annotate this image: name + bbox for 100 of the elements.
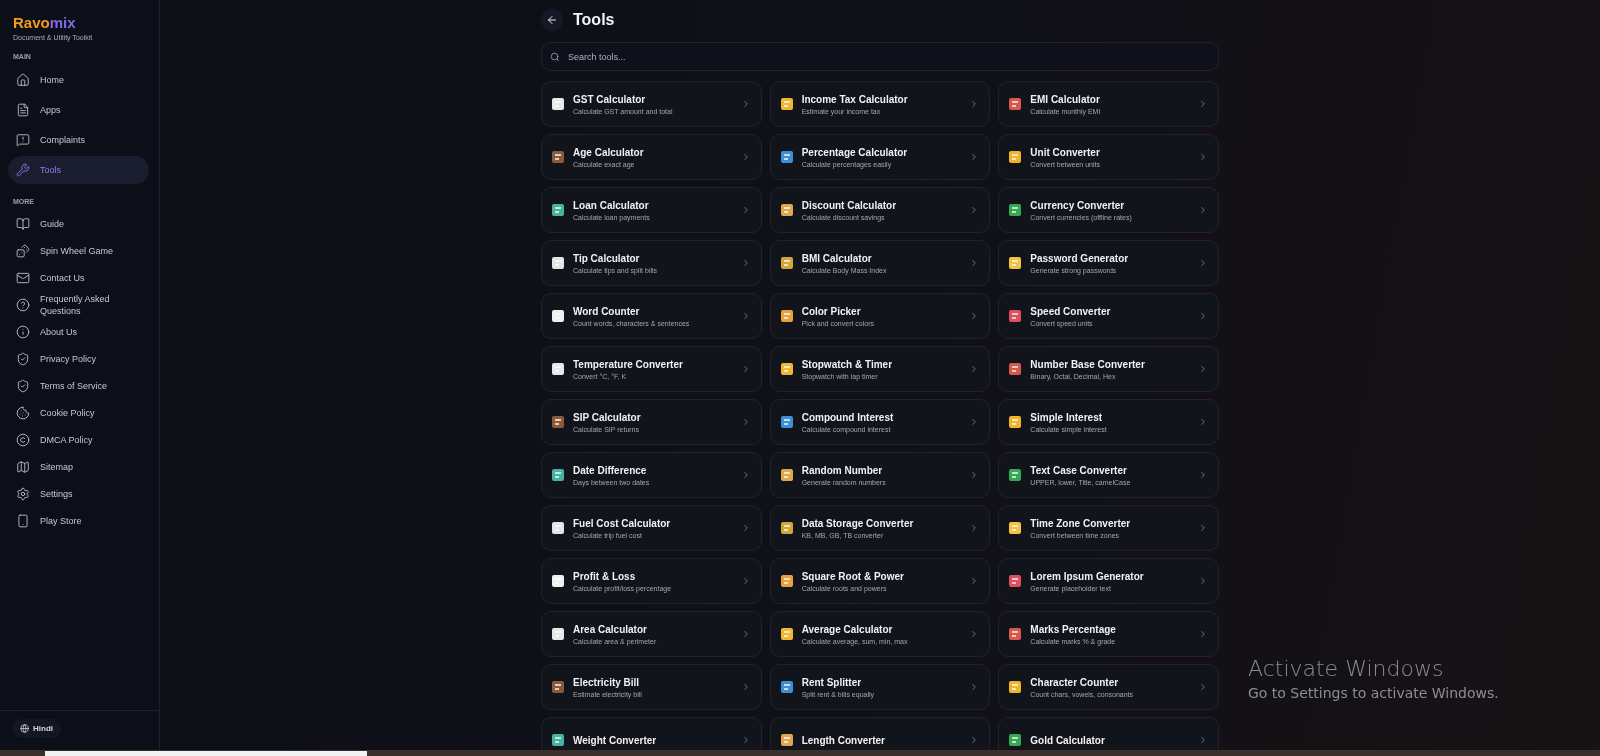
nav-item[interactable]: Spin Wheel Game: [8, 238, 149, 264]
nav-label: Sitemap: [40, 461, 75, 473]
nav-item[interactable]: Contact Us: [8, 265, 149, 291]
nav-item[interactable]: Apps: [8, 96, 149, 124]
tool-title: Text Case Converter: [1030, 464, 1128, 476]
nav-item[interactable]: Terms of Service: [8, 373, 149, 399]
globe-icon: [20, 724, 29, 733]
tool-title: BMI Calculator: [801, 252, 873, 264]
chevron-right-icon: [1198, 364, 1208, 374]
tool-card[interactable]: Weight Converter: [541, 717, 762, 750]
tile-icon: [1008, 680, 1023, 694]
tool-title: Character Counter: [1030, 676, 1120, 688]
tool-title: Tip Calculator: [573, 252, 641, 264]
nav-item[interactable]: DMCA Policy: [8, 427, 149, 453]
tool-card[interactable]: Length Converter: [769, 717, 991, 750]
shield-icon: [16, 352, 30, 366]
tool-title: Number Base Converter: [1030, 358, 1146, 370]
page-title: Tools: [573, 11, 615, 29]
nav-item[interactable]: Frequently Asked Questions: [8, 292, 149, 318]
nav-label: Settings: [40, 488, 74, 500]
tool-title: Compound Interest: [801, 411, 895, 423]
tile-icon: [779, 203, 794, 217]
tool-title: Loan Calculator: [573, 199, 650, 211]
tile-icon: [551, 627, 565, 641]
tile-icon: [779, 150, 794, 164]
nav-label: Terms of Service: [40, 380, 109, 392]
tool-title: Speed Converter: [1030, 305, 1112, 317]
tile-icon: [1008, 627, 1023, 641]
tool-title: Temperature Converter: [573, 358, 684, 370]
tool-title: Stopwatch & Timer: [801, 358, 894, 370]
nav-item[interactable]: Play Store: [8, 508, 149, 534]
tool-title: Rent Splitter: [801, 676, 863, 688]
chevron-right-icon: [1198, 735, 1208, 745]
scrollbar[interactable]: [0, 750, 1600, 756]
tile-icon: [779, 468, 794, 482]
tile-icon: [1008, 150, 1023, 164]
activation-message: Go to Settings to activate Windows.: [1248, 685, 1499, 701]
tool-title: Length Converter: [801, 734, 886, 746]
tool-title: Electricity Bill: [573, 676, 641, 688]
copyright-icon: [16, 433, 30, 447]
mail-icon: [16, 271, 30, 285]
nav-label: About Us: [40, 326, 79, 338]
nav-item[interactable]: About Us: [8, 319, 149, 345]
book-icon: [16, 217, 30, 231]
tile-icon: [1008, 203, 1023, 217]
tool-title: Discount Calculator: [801, 199, 898, 211]
tile-icon: [551, 150, 565, 164]
search-field[interactable]: Search tools...: [541, 42, 1219, 71]
settings-icon: [16, 487, 30, 501]
tile-icon: [1008, 521, 1023, 535]
tile-icon: [551, 521, 565, 535]
nav-item[interactable]: Sitemap: [8, 454, 149, 480]
tile-icon: [779, 574, 794, 588]
nav-label: Contact Us: [40, 272, 86, 284]
tile-icon: [779, 309, 794, 323]
tool-title: Average Calculator: [801, 623, 894, 635]
nav-item[interactable]: Home: [8, 66, 149, 94]
nav-item[interactable]: Privacy Policy: [8, 346, 149, 372]
chevron-right-icon: [1198, 152, 1208, 162]
tool-title: Word Counter: [573, 305, 641, 317]
tool-title: Area Calculator: [573, 623, 648, 635]
back-button[interactable]: [541, 9, 563, 31]
document-icon: [16, 103, 30, 117]
tool-title: Random Number: [801, 464, 884, 476]
chevron-right-icon: [1198, 523, 1208, 533]
tool-title: Marks Percentage: [1030, 623, 1117, 635]
tool-title: Data Storage Converter: [801, 517, 915, 529]
nav-label: Spin Wheel Game: [40, 245, 115, 257]
scrollbar-thumb[interactable]: [45, 751, 367, 756]
home-icon: [16, 73, 30, 87]
nav-item[interactable]: Cookie Policy: [8, 400, 149, 426]
tool-title: SIP Calculator: [573, 411, 642, 423]
tool-title: GST Calculator: [573, 93, 647, 105]
nav-item[interactable]: Settings: [8, 481, 149, 507]
tile-icon: [551, 203, 565, 217]
tool-title: Time Zone Converter: [1030, 517, 1132, 529]
tile-icon: [779, 415, 794, 429]
language-button[interactable]: Hindi: [12, 719, 61, 738]
activation-title: Activate Windows: [1248, 656, 1445, 681]
nav-item[interactable]: Guide: [8, 211, 149, 237]
nav-label: Cookie Policy: [40, 407, 96, 419]
tool-card[interactable]: Gold Calculator: [998, 717, 1219, 750]
cookie-icon: [16, 406, 30, 420]
nav-item[interactable]: Tools: [8, 156, 149, 184]
tile-icon: [1008, 362, 1023, 376]
dice-icon: [16, 244, 30, 258]
tile-icon: [779, 97, 794, 111]
nav-label: Complaints: [40, 134, 87, 146]
tile-icon: [779, 733, 794, 747]
tile-icon: [551, 733, 565, 747]
chevron-right-icon: [1198, 205, 1208, 215]
nav-item[interactable]: Complaints: [8, 126, 149, 154]
tile-icon: [551, 468, 565, 482]
help-icon: [16, 298, 30, 312]
tile-icon: [551, 362, 565, 376]
tool-title: Gold Calculator: [1030, 734, 1106, 746]
tile-icon: [779, 362, 794, 376]
tool-title: Password Generator: [1030, 252, 1130, 264]
tile-icon: [779, 256, 794, 270]
tile-icon: [1008, 574, 1023, 588]
